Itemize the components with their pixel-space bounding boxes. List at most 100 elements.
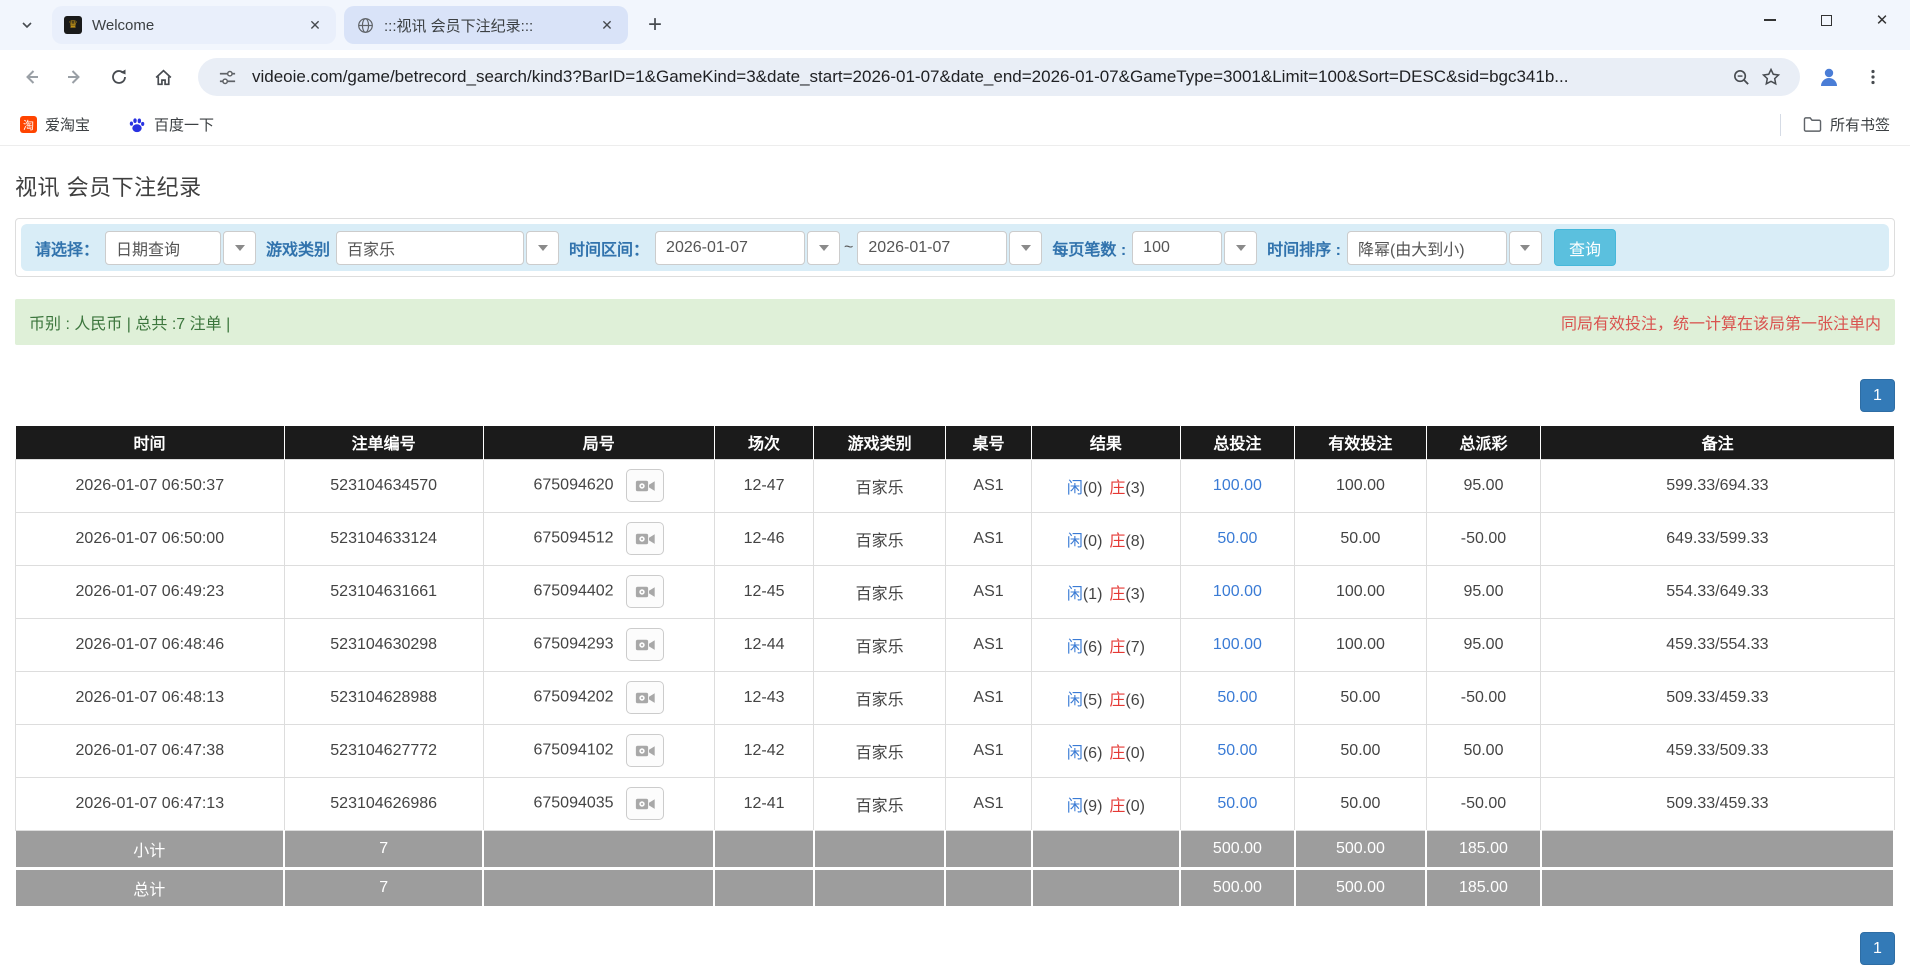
pagination-bottom: 1 xyxy=(15,932,1895,965)
col-header-valid-bet: 有效投注 xyxy=(1294,426,1427,459)
col-header-session: 场次 xyxy=(714,426,815,459)
result-player-score: (5) xyxy=(1082,691,1103,709)
back-icon[interactable] xyxy=(12,58,50,96)
date-end-dropdown-button[interactable] xyxy=(1009,230,1043,265)
remark-cell: 554.33/649.33 xyxy=(1540,564,1895,619)
tab-close-icon[interactable]: ✕ xyxy=(596,14,618,36)
site-settings-tune-icon[interactable] xyxy=(212,62,242,92)
valid-bet-cell: 50.00 xyxy=(1294,670,1427,725)
total-bet-link[interactable]: 100.00 xyxy=(1213,477,1262,494)
date-end-input[interactable] xyxy=(857,230,1008,265)
caret-down-icon xyxy=(818,244,829,251)
browser-tab-welcome[interactable]: ♛ Welcome ✕ xyxy=(52,6,336,44)
query-type-dropdown-button[interactable] xyxy=(223,230,257,265)
table-header-row: 时间 注单编号 局号 场次 游戏类别 桌号 结果 总投注 有效投注 总派彩 备注 xyxy=(15,426,1894,459)
window-close-button[interactable]: ✕ xyxy=(1854,0,1910,40)
table-no-cell: AS1 xyxy=(944,723,1033,778)
tab-close-icon[interactable]: ✕ xyxy=(304,14,326,36)
total-bet-link[interactable]: 50.00 xyxy=(1217,742,1257,759)
total-bet-link[interactable]: 50.00 xyxy=(1217,689,1257,706)
session-cell: 12-41 xyxy=(713,776,815,831)
reload-icon[interactable] xyxy=(100,58,138,96)
game-kind-input[interactable] xyxy=(336,230,525,265)
video-replay-button[interactable] xyxy=(626,681,665,714)
bookmark-baidu[interactable]: 百度一下 xyxy=(122,110,220,139)
result-player-score: (0) xyxy=(1082,479,1103,497)
table-row: 2026-01-07 06:47:13 523104626986 6750940… xyxy=(15,776,1895,831)
result-banker-label: 庄 xyxy=(1109,691,1126,709)
col-header-round-id: 局号 xyxy=(483,426,715,459)
total-bet-link[interactable]: 100.00 xyxy=(1213,636,1262,653)
profile-avatar-icon[interactable] xyxy=(1810,58,1848,96)
page-1-button[interactable]: 1 xyxy=(1860,932,1895,965)
table-no-cell: AS1 xyxy=(944,617,1033,672)
round-id-value: 675094620 xyxy=(533,476,614,494)
video-camera-icon xyxy=(635,798,655,809)
page-1-button[interactable]: 1 xyxy=(1860,379,1895,412)
video-replay-button[interactable] xyxy=(626,628,665,661)
remark-cell: 649.33/599.33 xyxy=(1540,511,1895,566)
bet-records-table: 时间 注单编号 局号 场次 游戏类别 桌号 结果 总投注 有效投注 总派彩 备注… xyxy=(15,426,1896,906)
home-icon[interactable] xyxy=(144,58,182,96)
caret-down-icon xyxy=(1520,244,1531,251)
per-page-dropdown-button[interactable] xyxy=(1224,230,1258,265)
url-text[interactable]: videoie.com/game/betrecord_search/kind3?… xyxy=(252,67,1726,87)
zoom-indicator-icon[interactable] xyxy=(1726,62,1756,92)
total-bet-link[interactable]: 50.00 xyxy=(1217,795,1257,812)
video-camera-icon xyxy=(635,692,655,703)
video-replay-button[interactable] xyxy=(626,575,665,608)
bookmark-star-icon[interactable] xyxy=(1756,62,1786,92)
search-button[interactable]: 查询 xyxy=(1553,229,1616,266)
window-maximize-button[interactable] xyxy=(1798,0,1854,40)
total-bet-link[interactable]: 50.00 xyxy=(1217,530,1257,547)
sort-order-dropdown-button[interactable] xyxy=(1508,230,1542,265)
total-bet-link[interactable]: 100.00 xyxy=(1213,583,1262,600)
result-cell: 闲(6) 庄(7) xyxy=(1031,617,1181,672)
video-replay-button[interactable] xyxy=(626,522,665,555)
result-player-score: (1) xyxy=(1082,585,1103,603)
sort-order-combobox xyxy=(1346,230,1542,265)
table-row: 2026-01-07 06:50:00 523104633124 6750945… xyxy=(15,511,1895,566)
summary-notice: 同局有效投注，统一计算在该局第一张注单内 xyxy=(1560,316,1881,333)
bookmarks-bar: 淘 爱淘宝 百度一下 所有书签 xyxy=(0,104,1910,146)
payout-cell: 95.00 xyxy=(1425,617,1542,672)
bookmark-aitaobao[interactable]: 淘 爱淘宝 xyxy=(14,110,96,139)
table-row: 2026-01-07 06:47:38 523104627772 6750941… xyxy=(15,723,1895,778)
subtotal-valid-bet: 500.00 xyxy=(1294,830,1428,868)
col-header-time: 时间 xyxy=(15,426,285,459)
col-header-table-no: 桌号 xyxy=(945,426,1033,459)
per-page-input[interactable] xyxy=(1132,230,1223,265)
valid-bet-cell: 50.00 xyxy=(1294,511,1427,566)
bet-id-cell: 523104631661 xyxy=(283,564,484,619)
address-bar[interactable]: videoie.com/game/betrecord_search/kind3?… xyxy=(198,58,1800,96)
grand-total-valid-bet: 500.00 xyxy=(1294,866,1428,906)
date-start-input[interactable] xyxy=(655,230,806,265)
game-cell: 百家乐 xyxy=(813,617,946,672)
round-id-value: 675094035 xyxy=(533,794,614,812)
query-type-input[interactable] xyxy=(105,230,222,265)
result-player-label: 闲 xyxy=(1066,585,1083,603)
round-id-value: 675094202 xyxy=(533,688,614,706)
forward-icon[interactable] xyxy=(56,58,94,96)
table-no-cell: AS1 xyxy=(944,458,1033,513)
tab-search-chevron-icon[interactable] xyxy=(10,8,44,42)
browser-menu-kebab-icon[interactable] xyxy=(1854,58,1892,96)
table-no-cell: AS1 xyxy=(944,511,1033,566)
filter-panel: 请选择： 游戏类别 时间区间： ~ xyxy=(15,218,1895,277)
browser-tab-betrecord[interactable]: :::视讯 会员下注纪录::: ✕ xyxy=(344,6,628,44)
all-bookmarks-button[interactable]: 所有书签 xyxy=(1797,110,1896,139)
grand-total-label: 总计 xyxy=(15,866,286,906)
summary-currency-total: 币别 : 人民币 | 总共 :7 注单 | xyxy=(29,316,231,333)
video-replay-button[interactable] xyxy=(626,734,665,767)
subtotal-count: 7 xyxy=(284,830,485,868)
payout-cell: 95.00 xyxy=(1425,564,1542,619)
game-kind-dropdown-button[interactable] xyxy=(526,230,560,265)
new-tab-button[interactable]: + xyxy=(638,8,672,42)
date-start-dropdown-button[interactable] xyxy=(807,230,841,265)
window-minimize-button[interactable] xyxy=(1742,0,1798,40)
sort-order-input[interactable] xyxy=(1346,230,1507,265)
table-no-cell: AS1 xyxy=(944,776,1033,831)
video-replay-button[interactable] xyxy=(626,787,665,820)
video-replay-button[interactable] xyxy=(626,469,665,502)
window-controls: ✕ xyxy=(1742,0,1910,40)
